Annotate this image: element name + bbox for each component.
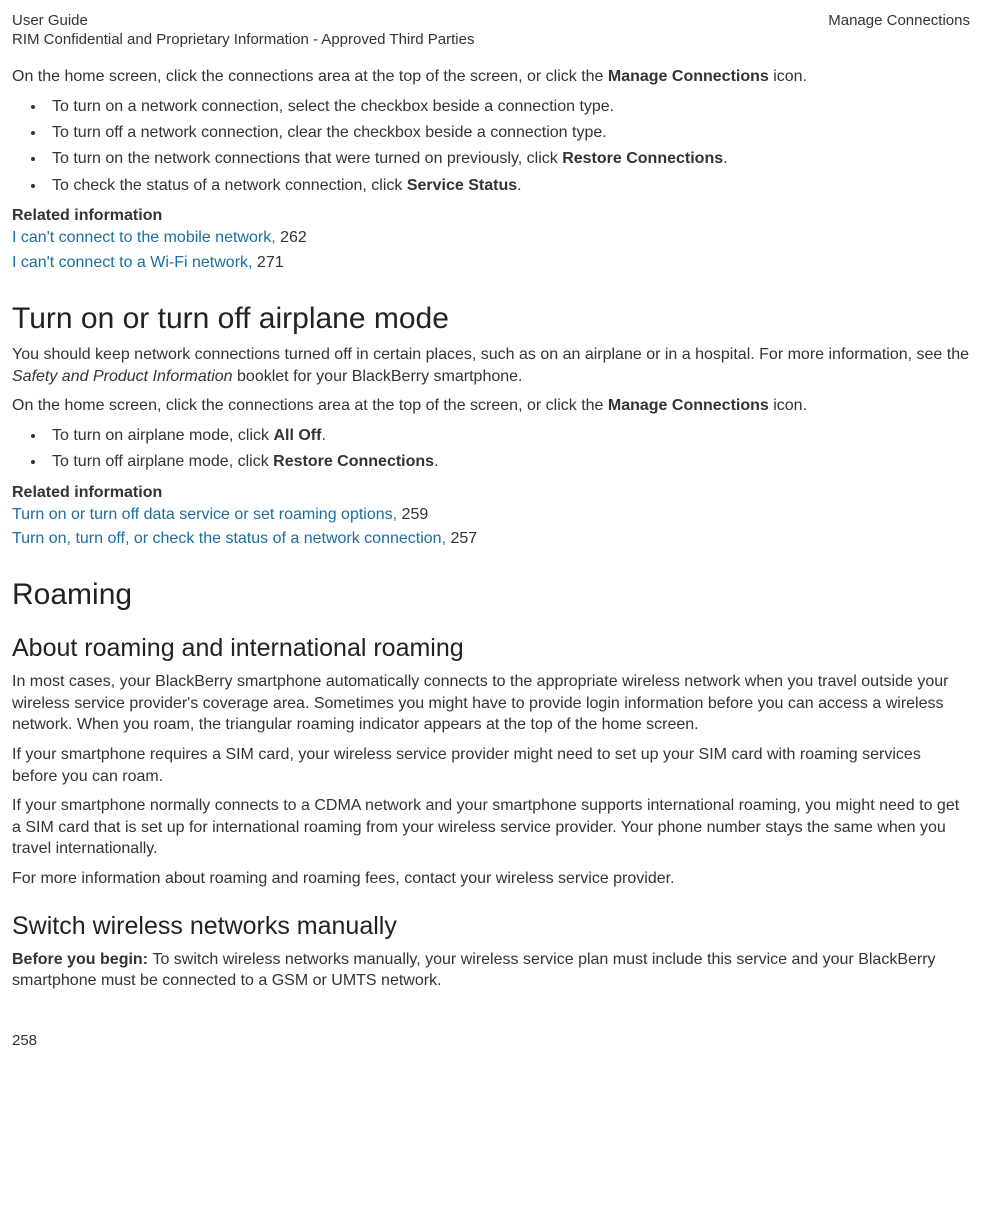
heading-roaming: Roaming [12, 578, 970, 612]
related-link-row: I can't connect to the mobile network, 2… [12, 227, 970, 249]
related-link-row: Turn on or turn off data service or set … [12, 504, 970, 526]
related-link-row: Turn on, turn off, or check the status o… [12, 528, 970, 550]
heading-airplane-mode: Turn on or turn off airplane mode [12, 302, 970, 336]
list-item: To turn on the network connections that … [46, 148, 970, 170]
header-left-bottom: RIM Confidential and Proprietary Informa… [12, 31, 970, 48]
airplane-paragraph-1: You should keep network connections turn… [12, 344, 970, 387]
header-right: Manage Connections [828, 12, 970, 29]
page-number: 258 [12, 1032, 970, 1049]
switch-paragraph: Before you begin: To switch wireless net… [12, 949, 970, 992]
subheading-switch-networks: Switch wireless networks manually [12, 912, 970, 941]
related-info-heading: Related information [12, 484, 970, 502]
intro-paragraph: On the home screen, click the connection… [12, 66, 970, 88]
related-link[interactable]: Turn on or turn off data service or set … [12, 506, 397, 523]
roaming-paragraph-3: If your smartphone normally connects to … [12, 795, 970, 860]
list-item: To turn off airplane mode, click Restore… [46, 451, 970, 473]
header-left-top: User Guide [12, 12, 88, 29]
list-item: To turn on airplane mode, click All Off. [46, 425, 970, 447]
page-header: User Guide Manage Connections [12, 12, 970, 29]
related-link[interactable]: I can't connect to a Wi-Fi network, [12, 254, 252, 271]
roaming-paragraph-2: If your smartphone requires a SIM card, … [12, 744, 970, 787]
related-link-row: I can't connect to a Wi-Fi network, 271 [12, 252, 970, 274]
list-item: To turn off a network connection, clear … [46, 122, 970, 144]
airplane-paragraph-2: On the home screen, click the connection… [12, 395, 970, 417]
list-item: To turn on a network connection, select … [46, 96, 970, 118]
list-item: To check the status of a network connect… [46, 175, 970, 197]
connections-list: To turn on a network connection, select … [12, 96, 970, 198]
related-link[interactable]: Turn on, turn off, or check the status o… [12, 530, 446, 547]
airplane-list: To turn on airplane mode, click All Off.… [12, 425, 970, 474]
roaming-paragraph-4: For more information about roaming and r… [12, 868, 970, 890]
subheading-about-roaming: About roaming and international roaming [12, 634, 970, 663]
roaming-paragraph-1: In most cases, your BlackBerry smartphon… [12, 671, 970, 736]
related-info-heading: Related information [12, 207, 970, 225]
related-link[interactable]: I can't connect to the mobile network, [12, 229, 276, 246]
